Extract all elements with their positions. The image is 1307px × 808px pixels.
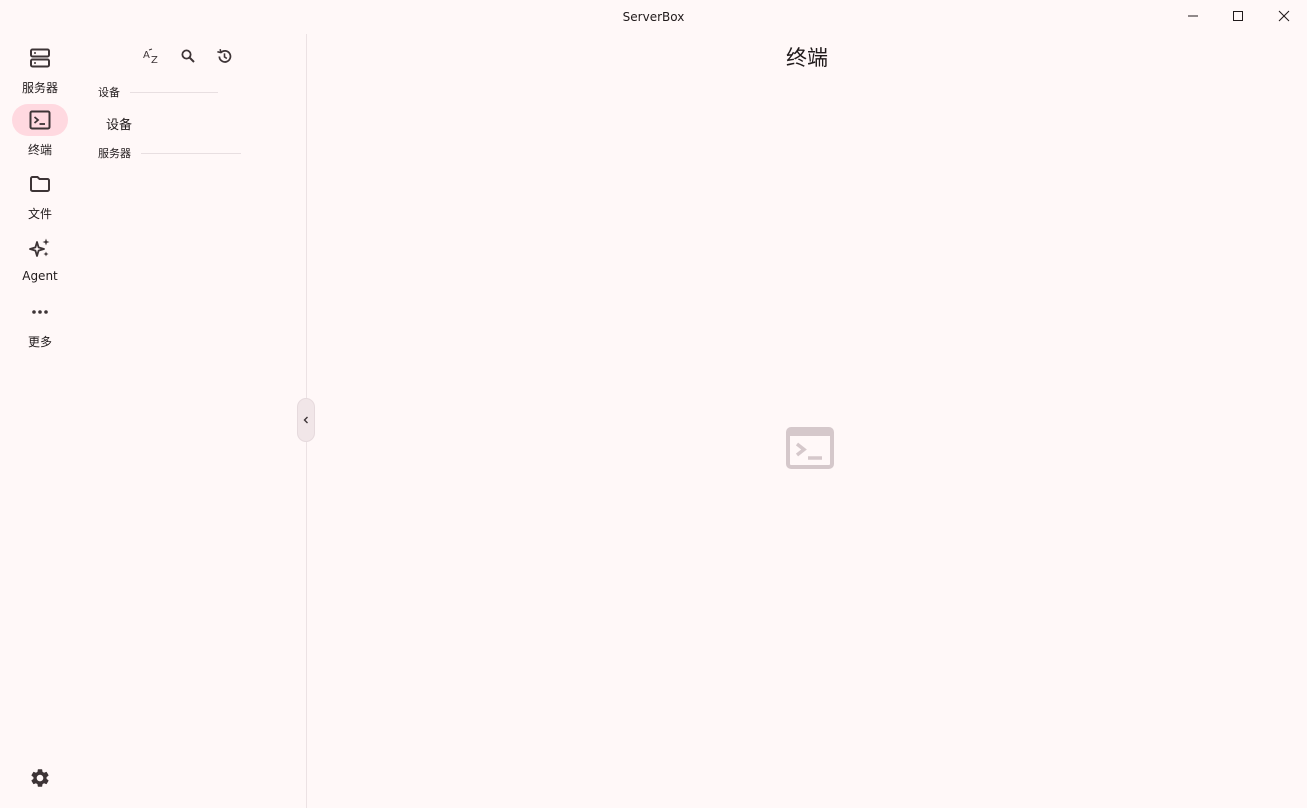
terminal-icon <box>786 427 834 469</box>
group-header-devices: 设备 <box>98 84 218 100</box>
terminal-icon <box>29 110 51 130</box>
group-header-servers: 服务器 <box>98 145 241 161</box>
sort-button[interactable]: A Z <box>138 44 166 68</box>
rail-item-agent[interactable]: Agent <box>0 232 80 292</box>
terminal-main-area: 终端 <box>307 34 1307 808</box>
sparkle-icon <box>29 238 50 257</box>
history-button[interactable] <box>210 44 238 68</box>
server-list-panel: A Z 设备 设备 服务器 <box>80 34 306 808</box>
history-icon <box>216 48 231 63</box>
group-header-label: 服务器 <box>98 147 131 160</box>
gear-icon <box>31 769 49 787</box>
maximize-button[interactable] <box>1215 0 1261 32</box>
close-button[interactable] <box>1261 0 1307 32</box>
list-item-device[interactable]: 设备 <box>106 114 132 133</box>
search-button[interactable] <box>174 44 202 68</box>
settings-button[interactable] <box>24 766 56 790</box>
window-title: ServerBox <box>622 10 685 24</box>
svg-text:A: A <box>143 50 150 61</box>
rail-label-files: 文件 <box>27 207 52 221</box>
rail-label-servers: 服务器 <box>21 81 58 95</box>
page-title: 终端 <box>786 46 828 70</box>
rail-item-terminal[interactable]: 终端 <box>0 104 80 164</box>
rail-item-more[interactable]: 更多 <box>0 296 80 356</box>
title-bar: ServerBox <box>0 0 1307 34</box>
group-header-label: 设备 <box>98 86 120 99</box>
minimize-button[interactable] <box>1170 0 1216 32</box>
maximize-icon <box>1233 11 1243 21</box>
folder-icon <box>30 176 50 192</box>
rail-label-agent: Agent <box>22 269 58 283</box>
sort-az-icon: A Z <box>143 48 158 66</box>
close-icon <box>1278 10 1290 22</box>
group-divider <box>130 91 218 93</box>
app-window: ServerBox 服务器 终端 文件 Agent 更多 A Z 设备 设备 服… <box>0 0 1307 808</box>
rail-label-more: 更多 <box>27 335 52 349</box>
minimize-icon <box>1188 15 1198 17</box>
rail-label-terminal: 终端 <box>27 143 52 157</box>
more-horizontal-icon <box>32 310 48 314</box>
server-icon <box>30 48 50 68</box>
svg-text:Z: Z <box>151 55 158 66</box>
rail-item-files[interactable]: 文件 <box>0 168 80 228</box>
rail-item-servers[interactable]: 服务器 <box>0 42 80 102</box>
group-divider <box>141 152 241 154</box>
navigation-rail: 服务器 终端 文件 Agent 更多 <box>0 34 80 808</box>
search-icon <box>181 49 195 63</box>
